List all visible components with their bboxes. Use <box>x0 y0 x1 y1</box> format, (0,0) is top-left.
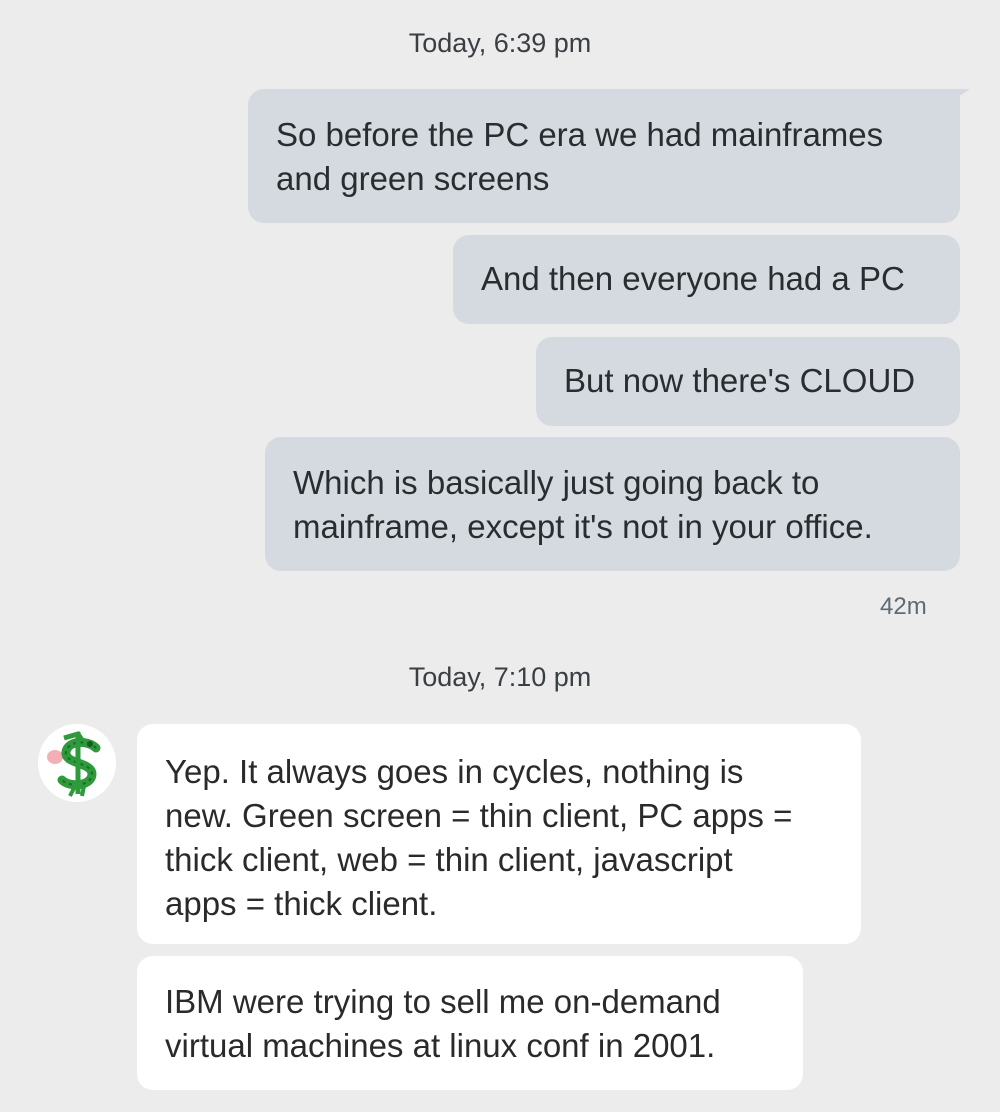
bubble-tail <box>952 89 970 101</box>
incoming-message-bubble[interactable]: Yep. It always goes in cycles, nothing i… <box>137 724 861 944</box>
timestamp-divider: Today, 6:39 pm <box>408 28 592 58</box>
outgoing-message-bubble[interactable]: And then everyone had a PC <box>453 235 960 324</box>
message-relative-time: 42m <box>880 593 927 620</box>
sender-avatar[interactable] <box>38 724 116 802</box>
dollar-sign-creature-icon <box>47 731 101 797</box>
outgoing-message-bubble[interactable]: So before the PC era we had mainframes a… <box>248 89 960 223</box>
timestamp-divider: Today, 7:10 pm <box>408 662 592 692</box>
incoming-message-bubble[interactable]: IBM were trying to sell me on-demand vir… <box>137 956 803 1090</box>
outgoing-message-bubble[interactable]: Which is basically just going back to ma… <box>265 437 960 571</box>
outgoing-message-bubble[interactable]: But now there's CLOUD <box>536 337 960 426</box>
